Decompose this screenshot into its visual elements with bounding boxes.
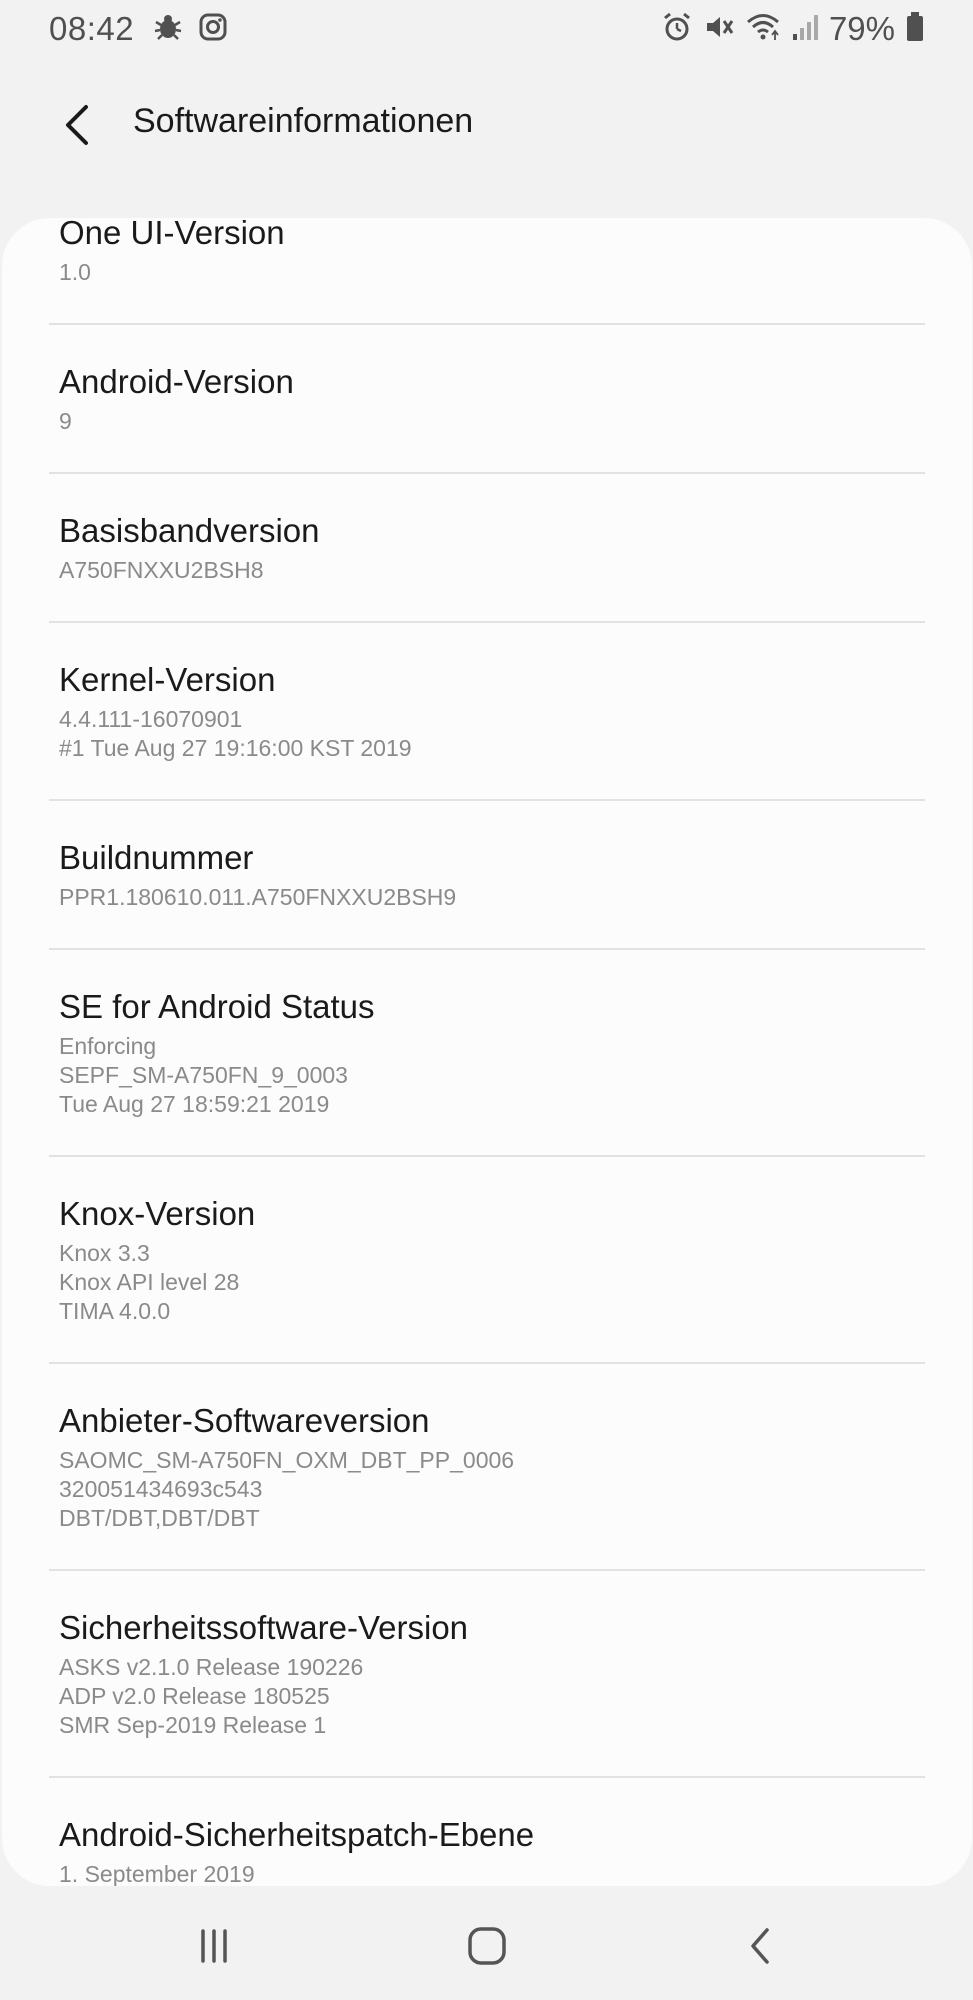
list-item[interactable]: Anbieter-Softwareversion SAOMC_SM-A750FN_…: [2, 1364, 972, 1569]
item-value: Tue Aug 27 18:59:21 2019: [59, 1091, 330, 1117]
info-card: One UI-Version 1.0 Android-Version 9 Basisba…: [2, 218, 972, 1886]
home-button[interactable]: [457, 1916, 517, 1976]
item-value: #1 Tue Aug 27 19:16:00 KST 2019: [59, 735, 412, 761]
app-bar: Softwareinformationen: [0, 90, 973, 162]
item-label: Android-Sicherheitspatch-Ebene: [59, 1816, 535, 1853]
status-time: 08:42: [49, 10, 135, 47]
item-value: SEPF_SM-A750FN_9_0003: [59, 1062, 348, 1088]
item-value: 1.0: [59, 259, 91, 285]
item-value: 9: [59, 408, 72, 434]
item-value: SMR Sep-2019 Release 1: [59, 1712, 327, 1738]
nav-back-button[interactable]: [730, 1916, 790, 1976]
item-value: 320051434693c543: [59, 1476, 263, 1502]
item-value: ADP v2.0 Release 180525: [59, 1683, 330, 1709]
item-value: A750FNXXU2BSH8: [59, 557, 264, 583]
info-list: One UI-Version 1.0 Android-Version 9 Basisba…: [2, 218, 972, 1886]
chevron-left-icon: [66, 105, 88, 145]
item-label: Kernel-Version: [59, 661, 276, 698]
item-label: One UI-Version: [59, 218, 285, 251]
bug-icon: [152, 12, 184, 47]
recents-icon: [201, 1929, 227, 1963]
mute-icon: [703, 11, 735, 48]
status-left-icons: [152, 12, 228, 47]
item-label: Basisbandversion: [59, 512, 320, 549]
item-label: Buildnummer: [59, 839, 254, 876]
list-item[interactable]: Knox-Version Knox 3.3 Knox API level 28 TIM…: [2, 1157, 972, 1362]
screen: 08:42 79% Softwareinformationen One UI-V…: [0, 0, 973, 2000]
list-item[interactable]: Android-Version 9: [2, 325, 972, 472]
item-value: 1. September 2019: [59, 1861, 255, 1886]
item-value: ASKS v2.1.0 Release 190226: [59, 1654, 364, 1680]
alarm-icon: [661, 11, 693, 48]
item-label: Sicherheitssoftware-Version: [59, 1609, 469, 1646]
item-value: Enforcing: [59, 1033, 157, 1059]
back-icon: [751, 1928, 769, 1964]
item-label: Anbieter-Softwareversion: [59, 1402, 430, 1439]
list-item[interactable]: SE for Android Status Enforcing SEPF_SM-A7…: [2, 950, 972, 1155]
item-label: Android-Version: [59, 363, 294, 400]
instagram-icon: [198, 12, 228, 47]
item-value: Knox 3.3: [59, 1240, 150, 1266]
status-right: 79%: [661, 10, 925, 48]
back-button[interactable]: [52, 100, 102, 150]
page-title: Softwareinformationen: [133, 102, 474, 140]
wifi-icon: [745, 11, 781, 48]
item-value: PPR1.180610.011.A750FNXXU2BSH9: [59, 884, 457, 910]
list-item[interactable]: Android-Sicherheitspatch-Ebene 1. Septemb…: [2, 1778, 972, 1886]
list-item[interactable]: One UI-Version 1.0: [2, 218, 972, 323]
item-value: DBT/DBT,DBT/DBT: [59, 1505, 260, 1531]
list-item[interactable]: Sicherheitssoftware-Version ASKS v2.1.0 R…: [2, 1571, 972, 1776]
battery-icon: [905, 11, 925, 48]
status-bar: 08:42 79%: [0, 0, 973, 60]
item-value: SAOMC_SM-A750FN_OXM_DBT_PP_0006: [59, 1447, 515, 1473]
navigation-bar: [0, 1886, 973, 2000]
recents-button[interactable]: [184, 1916, 244, 1976]
list-item[interactable]: Basisbandversion A750FNXXU2BSH8: [2, 474, 972, 621]
list-item[interactable]: Kernel-Version 4.4.111-16070901 #1 Tue Aug…: [2, 623, 972, 799]
home-icon: [468, 1927, 506, 1965]
signal-icon: [791, 12, 819, 47]
item-label: SE for Android Status: [59, 988, 375, 1025]
item-value: TIMA 4.0.0: [59, 1298, 171, 1324]
list-item[interactable]: Buildnummer PPR1.180610.011.A750FNXXU2BSH…: [2, 801, 972, 948]
item-label: Knox-Version: [59, 1195, 256, 1232]
item-value: Knox API level 28: [59, 1269, 240, 1295]
item-value: 4.4.111-16070901: [59, 706, 243, 732]
battery-percent: 79%: [828, 10, 895, 47]
